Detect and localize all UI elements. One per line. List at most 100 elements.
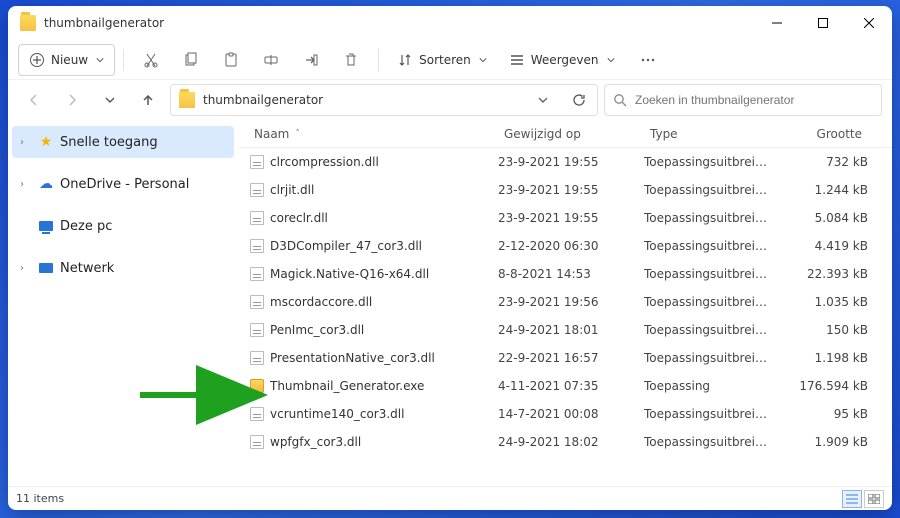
view-selector: [842, 490, 884, 508]
sidebar-item-label: OneDrive - Personal: [60, 177, 189, 192]
file-size: 95 kB: [772, 407, 868, 421]
file-row[interactable]: D3DCompiler_47_cor3.dll2-12-2020 06:30To…: [238, 232, 892, 260]
file-row[interactable]: Thumbnail_Generator.exe4-11-2021 07:35To…: [238, 372, 892, 400]
view-button[interactable]: Weergeven: [499, 44, 625, 76]
column-name[interactable]: Naam ˄: [248, 127, 498, 141]
nav-recent-button[interactable]: [94, 84, 126, 116]
minimize-button[interactable]: [754, 6, 800, 40]
sidebar-item-label: Deze pc: [60, 219, 112, 234]
search-box[interactable]: [604, 84, 882, 116]
file-modified: 14-7-2021 00:08: [498, 407, 644, 421]
icons-view-button[interactable]: [864, 490, 884, 508]
file-type: Toepassingsuitbreidi...: [644, 239, 772, 253]
file-size: 176.594 kB: [772, 379, 868, 393]
address-row: thumbnailgenerator: [8, 80, 892, 120]
file-type: Toepassingsuitbreidi...: [644, 267, 772, 281]
file-row[interactable]: PenImc_cor3.dll24-9-2021 18:01Toepassing…: [238, 316, 892, 344]
exe-icon: [248, 379, 266, 393]
sidebar-item-pc[interactable]: Deze pc: [12, 210, 234, 242]
file-type: Toepassingsuitbreidi...: [644, 323, 772, 337]
maximize-button[interactable]: [800, 6, 846, 40]
file-row[interactable]: wpfgfx_cor3.dll24-9-2021 18:02Toepassing…: [238, 428, 892, 456]
expand-icon[interactable]: ›: [20, 179, 32, 190]
rename-button[interactable]: [252, 44, 290, 76]
file-size: 150 kB: [772, 323, 868, 337]
status-item-count: 11 items: [16, 492, 64, 505]
file-name: vcruntime140_cor3.dll: [270, 407, 498, 421]
dll-icon: [248, 239, 266, 253]
new-button[interactable]: Nieuw: [18, 44, 115, 76]
file-list[interactable]: clrcompression.dll23-9-2021 19:55Toepass…: [238, 148, 892, 486]
file-modified: 22-9-2021 16:57: [498, 351, 644, 365]
file-pane: Naam ˄ Gewijzigd op Type Grootte clrcomp…: [238, 120, 892, 486]
file-size: 22.393 kB: [772, 267, 868, 281]
paste-button[interactable]: [212, 44, 250, 76]
dll-icon: [248, 183, 266, 197]
file-modified: 4-11-2021 07:35: [498, 379, 644, 393]
column-size[interactable]: Grootte: [772, 127, 868, 141]
sort-button[interactable]: Sorteren: [387, 44, 497, 76]
file-size: 4.419 kB: [772, 239, 868, 253]
nav-up-button[interactable]: [132, 84, 164, 116]
share-button[interactable]: [292, 44, 330, 76]
expand-icon[interactable]: ›: [20, 137, 32, 148]
file-type: Toepassing: [644, 379, 772, 393]
details-view-button[interactable]: [842, 490, 862, 508]
file-modified: 24-9-2021 18:01: [498, 323, 644, 337]
file-name: PenImc_cor3.dll: [270, 323, 498, 337]
file-row[interactable]: clrjit.dll23-9-2021 19:55Toepassingsuitb…: [238, 176, 892, 204]
window-title: thumbnailgenerator: [44, 16, 754, 30]
view-label: Weergeven: [531, 53, 599, 67]
file-name: clrcompression.dll: [270, 155, 498, 169]
file-row[interactable]: PresentationNative_cor3.dll22-9-2021 16:…: [238, 344, 892, 372]
file-modified: 2-12-2020 06:30: [498, 239, 644, 253]
sidebar-item-net[interactable]: ›Netwerk: [12, 252, 234, 284]
file-size: 1.909 kB: [772, 435, 868, 449]
file-name: mscordaccore.dll: [270, 295, 498, 309]
file-row[interactable]: mscordaccore.dll23-9-2021 19:56Toepassin…: [238, 288, 892, 316]
titlebar: thumbnailgenerator: [8, 6, 892, 40]
separator: [123, 49, 124, 71]
nav-forward-button[interactable]: [56, 84, 88, 116]
dll-icon: [248, 407, 266, 421]
file-size: 1.035 kB: [772, 295, 868, 309]
breadcrumb[interactable]: thumbnailgenerator: [203, 93, 323, 107]
file-name: Magick.Native-Q16-x64.dll: [270, 267, 498, 281]
nav-back-button[interactable]: [18, 84, 50, 116]
file-name: D3DCompiler_47_cor3.dll: [270, 239, 498, 253]
more-button[interactable]: [627, 44, 669, 76]
column-modified[interactable]: Gewijzigd op: [498, 127, 644, 141]
address-bar[interactable]: thumbnailgenerator: [170, 84, 598, 116]
delete-button[interactable]: [332, 44, 370, 76]
folder-icon: [179, 92, 195, 108]
file-type: Toepassingsuitbreidi...: [644, 351, 772, 365]
cut-button[interactable]: [132, 44, 170, 76]
status-bar: 11 items: [8, 486, 892, 510]
sidebar-item-star[interactable]: ›★Snelle toegang: [12, 126, 234, 158]
file-modified: 23-9-2021 19:55: [498, 183, 644, 197]
file-size: 5.084 kB: [772, 211, 868, 225]
dll-icon: [248, 323, 266, 337]
file-row[interactable]: coreclr.dll23-9-2021 19:55Toepassingsuit…: [238, 204, 892, 232]
copy-button[interactable]: [172, 44, 210, 76]
file-row[interactable]: clrcompression.dll23-9-2021 19:55Toepass…: [238, 148, 892, 176]
expand-icon[interactable]: ›: [20, 263, 32, 274]
column-type[interactable]: Type: [644, 127, 772, 141]
search-icon: [613, 93, 627, 107]
file-modified: 24-9-2021 18:02: [498, 435, 644, 449]
file-row[interactable]: Magick.Native-Q16-x64.dll8-8-2021 14:53T…: [238, 260, 892, 288]
close-button[interactable]: [846, 6, 892, 40]
body: ›★Snelle toegang ›☁OneDrive - Personal Dez…: [8, 120, 892, 486]
chevron-down-icon: [479, 56, 487, 64]
file-type: Toepassingsuitbreidi...: [644, 183, 772, 197]
refresh-button[interactable]: [565, 86, 593, 114]
address-dropdown-button[interactable]: [529, 86, 557, 114]
file-row[interactable]: vcruntime140_cor3.dll14-7-2021 00:08Toep…: [238, 400, 892, 428]
search-input[interactable]: [635, 93, 873, 107]
sort-asc-icon: ˄: [295, 129, 300, 139]
file-modified: 23-9-2021 19:55: [498, 211, 644, 225]
file-modified: 8-8-2021 14:53: [498, 267, 644, 281]
sort-label: Sorteren: [419, 53, 471, 67]
dll-icon: [248, 267, 266, 281]
sidebar-item-cloud[interactable]: ›☁OneDrive - Personal: [12, 168, 234, 200]
